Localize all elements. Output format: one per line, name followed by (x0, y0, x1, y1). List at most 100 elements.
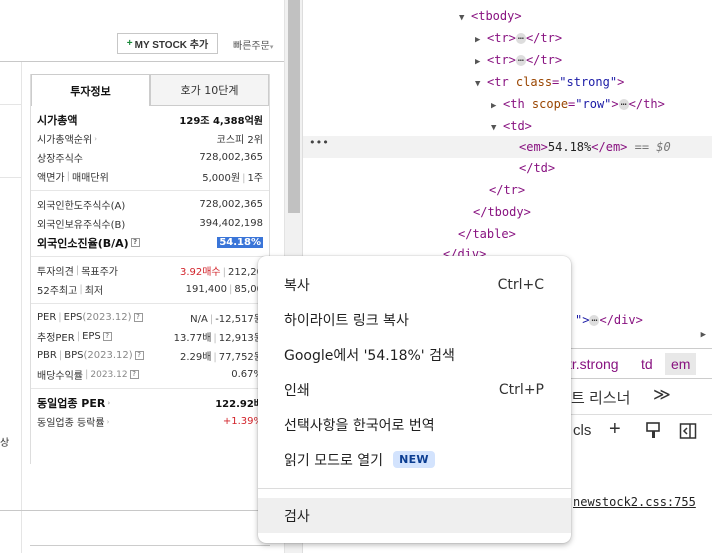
pbr-value: 2.29배 | 77,752원 (179, 352, 263, 363)
chevron-right-icon: › (107, 398, 111, 407)
market-cap-rank-label: 시가총액순위 › (37, 134, 98, 147)
cls-button[interactable]: cls (573, 422, 591, 439)
tab-event-listeners[interactable]: 트 리스너 (571, 387, 630, 408)
foreign-limit-row: 외국인한도주식수(A) 728,002,365 (37, 195, 263, 214)
dom-node-tbody-close[interactable]: </tbody> (473, 201, 531, 223)
foreign-holding-value: 394,402,198 (199, 218, 263, 229)
52week-label: 52주최고 | 최저 (37, 284, 104, 297)
dom-node-td[interactable]: ▼ <td> (491, 115, 532, 137)
menu-item-copy[interactable]: 복사 Ctrl+C (258, 267, 571, 302)
opinion-label: 투자의견 | 목표주가 (37, 265, 118, 278)
collapse-triangle-icon: ▶ (491, 101, 497, 111)
market-cap-rank-value: 코스피 2위 (216, 135, 263, 146)
menu-item-label: 하이라이트 링크 복사 (284, 312, 409, 329)
breadcrumb-em[interactable]: em (665, 353, 697, 375)
dom-node-th[interactable]: ▶ <th scope="row">… </th> (491, 93, 665, 115)
est-per-row: 추정PER | EPS? 13.77배 | 12,913원 (37, 327, 263, 346)
listed-shares-label: 상장주식수 (37, 154, 83, 165)
foreign-exhaustion-label: 외국인소진율(B/A)? (37, 235, 140, 251)
52week-row: 52주최고 | 최저 191,400 | 85,00 (37, 280, 263, 299)
industry-change-row[interactable]: 동일업종 등락률 › +1.39% (37, 412, 263, 431)
breadcrumb-td[interactable]: td (641, 356, 653, 372)
dom-node-td-close[interactable]: </td> (519, 157, 555, 179)
new-badge: NEW (393, 451, 435, 468)
stock-webpage: + MY STOCK 추가 빠른주문▾ 상 투자정보 호가 10단계 시가총액 … (0, 0, 284, 553)
divider (0, 61, 284, 62)
dom-node-tr[interactable]: ▶ <tr>… </tr> (475, 27, 562, 49)
dom-node-tr-strong[interactable]: ▼ <tr class="strong"> (475, 71, 624, 93)
industry-per-label: 동일업종 PER › (37, 396, 111, 410)
add-my-stock-button[interactable]: + MY STOCK 추가 (117, 33, 218, 54)
listed-shares-value: 728,002,365 (199, 152, 263, 163)
dom-node-tbody[interactable]: ▼ <tbody> (459, 5, 522, 27)
help-icon[interactable]: ? (134, 351, 144, 360)
more-tabs-icon[interactable]: ≫ (653, 385, 671, 405)
par-value-value: 5,000원 | 1주 (202, 173, 263, 184)
foreign-holding-row: 외국인보유주식수(B) 394,402,198 (37, 214, 263, 233)
info-tabs: 투자정보 호가 10단계 (31, 74, 269, 106)
menu-item-print[interactable]: 인쇄 Ctrl+P (258, 372, 571, 407)
shortcut-label: Ctrl+P (498, 381, 544, 398)
opinion-value: 3.92매수 | 212,20 (179, 267, 263, 278)
scrollbar-thumb[interactable] (288, 0, 300, 213)
help-icon[interactable]: ? (133, 313, 143, 322)
dom-node-table-close[interactable]: </table> (458, 223, 516, 245)
dom-node-tr[interactable]: ▶ <tr>… </tr> (475, 49, 562, 71)
left-panel: 상 (0, 62, 22, 553)
next-section-tabs (30, 545, 270, 553)
opinion-section: 투자의견 | 목표주가 3.92매수 | 212,20 52주최고 | 최저 191,400… (31, 257, 269, 304)
stylesheet-link[interactable]: newstock2.css:755 (573, 495, 696, 509)
scroll-right-icon[interactable]: ▶ (701, 330, 706, 340)
dom-node-div[interactable]: ">… </div> (575, 309, 643, 331)
foreign-ownership-section: 외국인한도주식수(A) 728,002,365 외국인보유주식수(B) 394,… (31, 191, 269, 257)
menu-item-label: 선택사항을 한국어로 번역 (284, 417, 435, 434)
foreign-exhaustion-value[interactable]: 54.18% (217, 237, 263, 248)
collapse-triangle-icon: ▶ (475, 57, 481, 67)
market-cap-rank-row[interactable]: 시가총액순위 › 코스피 2위 (37, 129, 263, 148)
opinion-row: 투자의견 | 목표주가 3.92매수 | 212,20 (37, 261, 263, 280)
tab-order-book[interactable]: 호가 10단계 (150, 74, 269, 106)
menu-item-inspect[interactable]: 검사 (258, 498, 571, 533)
market-cap-value: 129조 4,388억원 (179, 116, 263, 127)
help-icon[interactable]: ? (129, 370, 139, 379)
industry-section: 동일업종 PER › 122.92배 동일업종 등락률 › +1.39% (31, 389, 269, 435)
dom-node-tr-close[interactable]: </tr> (489, 179, 525, 201)
est-per-label: 추정PER | EPS? (37, 329, 112, 344)
listed-shares-row: 상장주식수 728,002,365 (37, 148, 263, 167)
dividend-label: 배당수익률 | 2023.12? (37, 367, 139, 382)
market-cap-section: 시가총액 129조 4,388억원 시가총액순위 › 코스피 2위 상장주식수 7… (31, 106, 269, 191)
breadcrumb-tr-strong[interactable]: tr.strong (568, 356, 619, 372)
industry-per-row[interactable]: 동일업종 PER › 122.92배 (37, 393, 263, 412)
plus-icon: + (126, 38, 133, 49)
menu-item-copy-highlight-link[interactable]: 하이라이트 링크 복사 (258, 302, 571, 337)
quick-order-menu[interactable]: 빠른주문▾ (233, 37, 273, 52)
dom-node-em-selected[interactable]: <em>54.18%</em> == $0 (303, 136, 712, 158)
left-text-fragment: 상 (0, 438, 10, 449)
menu-item-translate[interactable]: 선택사항을 한국어로 번역 (258, 407, 571, 442)
menu-item-reading-mode[interactable]: 읽기 모드로 열기 NEW (258, 442, 571, 477)
caret-down-icon: ▾ (269, 43, 274, 51)
dividend-row: 배당수익률 | 2023.12? 0.67% (37, 365, 263, 384)
investment-info-box: 투자정보 호가 10단계 시가총액 129조 4,388억원 시가총액순위 › 코… (30, 74, 270, 464)
add-my-stock-label: MY STOCK 추가 (134, 40, 209, 51)
market-cap-row: 시가총액 129조 4,388억원 (37, 110, 263, 129)
help-icon[interactable]: ? (102, 332, 112, 341)
industry-change-value: +1.39% (222, 416, 263, 427)
industry-change-label: 동일업종 등락률 › (37, 417, 110, 430)
tab-investment-info[interactable]: 투자정보 (31, 74, 150, 106)
52week-value: 191,400 | 85,00 (185, 284, 263, 295)
paint-icon[interactable] (645, 422, 661, 444)
menu-item-label: 검사 (284, 508, 310, 525)
more-options-icon[interactable]: ••• (309, 136, 329, 149)
help-icon[interactable]: ? (130, 238, 140, 247)
per-section: PER | EPS (2023.12)? N/A | -12,517원 추정PER | EPS… (31, 304, 269, 389)
plus-icon[interactable]: + (609, 418, 621, 441)
selected-text: 54.18% (217, 237, 263, 248)
foreign-limit-label: 외국인한도주식수(A) (37, 201, 126, 212)
collapse-triangle-icon: ▶ (475, 35, 481, 45)
market-cap-label: 시가총액 (37, 113, 78, 127)
menu-item-google-search[interactable]: Google에서 '54.18%' 검색 (258, 337, 571, 372)
context-menu: 복사 Ctrl+C 하이라이트 링크 복사 Google에서 '54.18%' … (258, 256, 571, 543)
foreign-exhaustion-row: 외국인소진율(B/A)? 54.18% (37, 233, 263, 252)
toggle-sidebar-icon[interactable] (679, 422, 697, 444)
